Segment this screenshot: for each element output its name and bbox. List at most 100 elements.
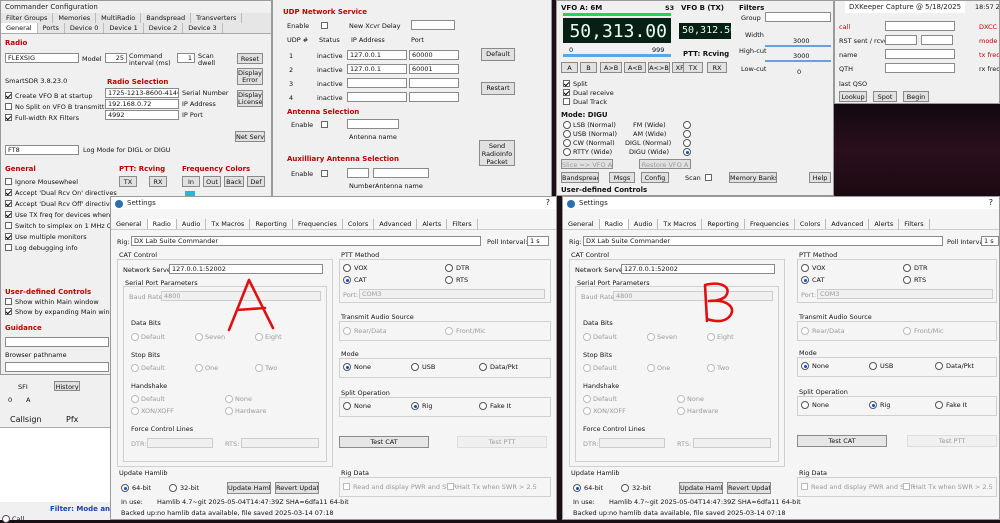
update-hamlib-button[interactable]: Update Hamlib (679, 482, 723, 494)
udp-row-ip[interactable]: 127.0.0.1 (347, 50, 407, 60)
tab-device-3[interactable]: Device 3 (183, 23, 223, 33)
freq-color-out-button[interactable]: Out (203, 176, 221, 187)
mode-radio-lsb[interactable] (563, 121, 571, 129)
udp-row-ip[interactable] (347, 78, 407, 88)
test-cat-button[interactable]: Test CAT (339, 436, 429, 448)
vfo-b-frequency[interactable]: 50,312.50 (679, 23, 736, 39)
filter-group-select[interactable] (765, 12, 831, 22)
udp-row-port[interactable] (409, 78, 459, 88)
restore-vfo-a-button[interactable]: Restore VFO A (639, 159, 691, 169)
create-vfo-checkbox[interactable] (5, 92, 12, 99)
tab-filter-groups[interactable]: Filter Groups (1, 13, 54, 23)
split-checkbox[interactable] (563, 80, 570, 87)
tab-device-2[interactable]: Device 2 (144, 23, 184, 33)
tab-radio[interactable]: Radio (147, 219, 177, 229)
width-slider[interactable] (765, 45, 831, 47)
general-checkbox-2[interactable] (5, 200, 12, 207)
ptt-vox-radio[interactable] (343, 264, 351, 272)
fullwidth-rx-checkbox[interactable] (5, 114, 12, 121)
data-bits-seven-radio[interactable] (647, 333, 655, 341)
hamlib-32-radio[interactable] (621, 484, 629, 492)
port-select[interactable]: COM3 (817, 289, 993, 299)
scan-dwell-field[interactable]: 1 (177, 53, 195, 63)
aux-enable-checkbox[interactable] (321, 170, 328, 177)
mode-radio-am[interactable] (683, 130, 691, 138)
split-none-radio[interactable] (343, 402, 351, 410)
stop-bits-one-radio[interactable] (647, 364, 655, 372)
mode-none-radio[interactable] (343, 363, 351, 371)
data-bits-default-radio[interactable] (583, 333, 591, 341)
mode-usb-radio[interactable] (869, 362, 877, 370)
tab-bandspread[interactable]: Bandspread (141, 13, 192, 23)
qth-field[interactable] (885, 63, 955, 73)
freq-color-back-button[interactable]: Back (224, 176, 244, 187)
ptt-dtr-radio[interactable] (903, 264, 911, 272)
send-radioinfo-button[interactable]: Send RadioInfo Packet (479, 140, 515, 166)
tab-colors[interactable]: Colors (343, 219, 375, 229)
freq-color-in-button[interactable]: In (182, 176, 200, 187)
highcut-slider[interactable] (765, 60, 831, 62)
tab-reporting[interactable]: Reporting (250, 219, 293, 229)
network-server-field[interactable]: 127.0.0.1:52002 (169, 264, 323, 274)
data-bits-eight-radio[interactable] (707, 333, 715, 341)
dual-receive-checkbox[interactable] (563, 89, 570, 96)
serial-number-field[interactable]: 1725-1213-8600-4146 (105, 88, 179, 98)
ip-address-field[interactable]: 192.168.0.72 (105, 99, 179, 109)
browser-pathname-field[interactable] (5, 362, 109, 372)
data-bits-seven-radio[interactable] (195, 333, 203, 341)
ptt-rx-button[interactable]: RX (149, 176, 167, 187)
ptt-rts-radio[interactable] (903, 276, 911, 284)
user-controls-checkbox-0[interactable] (5, 298, 12, 305)
read-display-checkbox[interactable] (343, 483, 350, 490)
ptt-tx-button[interactable]: TX (119, 176, 137, 187)
halt-tx-checkbox[interactable] (447, 483, 454, 490)
mode-radio-cw[interactable] (563, 139, 571, 147)
call-field[interactable] (885, 21, 955, 31)
mode-radio-digl[interactable] (683, 139, 691, 147)
scan-checkbox[interactable] (705, 174, 712, 181)
mode-radio-usb[interactable] (563, 130, 571, 138)
ptt-cat-radio[interactable] (343, 276, 351, 284)
rst-rcvd-field[interactable] (921, 35, 953, 45)
halt-tx-checkbox[interactable] (903, 483, 910, 490)
callsign-list[interactable] (0, 427, 118, 502)
no-split-checkbox[interactable] (5, 103, 12, 110)
tab-general[interactable]: General (1, 23, 38, 33)
data-bits-default-radio[interactable] (131, 333, 139, 341)
hamlib-32-radio[interactable] (169, 484, 177, 492)
udp-default-button[interactable]: Default (481, 48, 515, 61)
general-checkbox-5[interactable] (5, 233, 12, 240)
display-error-log-button[interactable]: Display Error Log (237, 68, 263, 85)
tab-ports[interactable]: Ports (38, 23, 65, 33)
revert-update-button[interactable]: Revert Update (727, 482, 771, 494)
udp-row-port[interactable]: 60000 (409, 50, 459, 60)
handshake-default-radio[interactable] (583, 395, 591, 403)
tx-audio-front-radio[interactable] (445, 327, 453, 335)
stop-bits-default-radio[interactable] (131, 364, 139, 372)
tab-multiradio[interactable]: MultiRadio (96, 13, 142, 23)
tab-transverters[interactable]: Transverters (191, 13, 243, 23)
udp-restart-button[interactable]: Restart (481, 82, 515, 95)
ip-port-field[interactable]: 4992 (105, 110, 179, 120)
tx-audio-rear-radio[interactable] (343, 327, 351, 335)
split-none-radio[interactable] (801, 401, 809, 409)
data-bits-eight-radio[interactable] (255, 333, 263, 341)
dual-track-checkbox[interactable] (563, 98, 570, 105)
rts-select[interactable] (241, 438, 319, 448)
tab-audio[interactable]: Audio (629, 219, 659, 229)
general-checkbox-0[interactable] (5, 178, 12, 185)
udp-row-port[interactable]: 60001 (409, 64, 459, 74)
tab-device-1[interactable]: Device 1 (104, 23, 144, 33)
udp-row-ip[interactable]: 127.0.0.1 (347, 64, 407, 74)
tab-tx-macros[interactable]: Tx Macros (206, 219, 251, 229)
tab-device-0[interactable]: Device 0 (65, 23, 105, 33)
hamlib-64-radio[interactable] (121, 484, 129, 492)
mode-radio-fm[interactable] (683, 121, 691, 129)
read-display-checkbox[interactable] (801, 483, 808, 490)
mode-radio-rtty[interactable] (563, 148, 571, 156)
a-to-b-button[interactable]: A>B (600, 62, 622, 73)
test-ptt-button[interactable]: Test PTT (907, 435, 997, 447)
swap-ab-button[interactable]: A<>B (648, 62, 670, 73)
help-button[interactable]: Help (809, 172, 831, 183)
tab-advanced[interactable]: Advanced (374, 219, 418, 229)
